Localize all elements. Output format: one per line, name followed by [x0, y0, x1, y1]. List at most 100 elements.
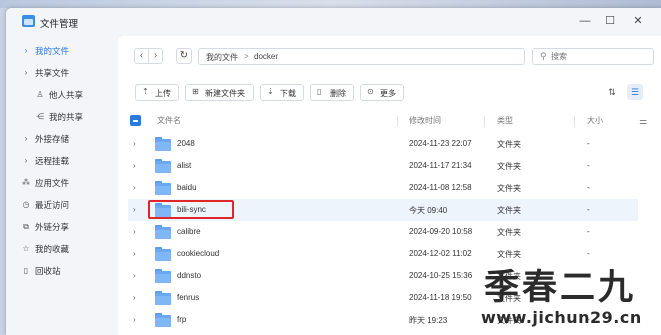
sort-icon: ⇅ — [608, 87, 616, 97]
column-settings-icon[interactable]: ⚌ — [639, 116, 647, 127]
table-header: 文件名 修改时间 类型 大小 — [128, 114, 661, 128]
sidebar-item-my-files[interactable]: › 我的文件 — [6, 41, 116, 61]
breadcrumb-item[interactable]: docker — [254, 52, 278, 61]
upload-button[interactable]: ⇡ 上传 — [135, 84, 179, 101]
folder-icon — [155, 137, 171, 151]
file-modified: 昨天 19:23 — [409, 316, 448, 325]
sidebar-item-external-links[interactable]: ⧉ 外链分享 — [6, 217, 116, 237]
sidebar-item-remote-mount[interactable]: › 远程挂载 — [6, 151, 116, 171]
file-modified: 2024-11-23 22:07 — [409, 139, 472, 148]
trash-icon: ▯ — [23, 266, 29, 275]
delete-button[interactable]: ▯ 删除 — [310, 84, 354, 101]
sidebar-item-shared-by-others[interactable]: ♙ 他人共享 — [6, 85, 116, 105]
file-modified: 2024-09-20 10:58 — [409, 227, 473, 236]
download-icon: ⇣ — [267, 87, 274, 96]
search-icon: ⚲ — [540, 51, 547, 61]
list-view-button[interactable]: ☰ — [627, 84, 643, 100]
expand-chevron-icon[interactable]: › — [133, 315, 136, 324]
sidebar-item-favorites[interactable]: ☆ 我的收藏 — [6, 239, 116, 259]
file-type: 文件夹 — [497, 184, 521, 193]
chevron-right-icon: › — [153, 50, 158, 61]
sidebar-item-recent[interactable]: ◷ 最近访问 — [6, 195, 116, 215]
chevron-right-icon: › — [24, 156, 28, 165]
download-button[interactable]: ⇣ 下载 — [260, 84, 304, 101]
minimize-icon[interactable]: — — [577, 13, 593, 29]
forward-button[interactable]: › — [148, 48, 163, 64]
watermark-title: 季春二九 — [484, 267, 637, 308]
file-name[interactable]: baidu — [177, 183, 197, 192]
apps-icon: ⁂ — [22, 178, 30, 187]
breadcrumb-item[interactable]: 我的文件 — [206, 52, 238, 63]
expand-chevron-icon[interactable]: › — [133, 271, 136, 280]
expand-chevron-icon[interactable]: › — [133, 293, 136, 302]
sidebar-item-my-shares[interactable]: ⋲ 我的共享 — [6, 107, 116, 127]
window-title: 文件管理 — [40, 19, 79, 30]
column-divider[interactable] — [574, 116, 575, 127]
more-button[interactable]: ⊙ 更多 — [360, 84, 404, 101]
more-icon: ⊙ — [367, 87, 374, 96]
expand-chevron-icon[interactable]: › — [133, 249, 136, 258]
file-manager-app-icon — [22, 15, 35, 27]
file-type: 文件夹 — [497, 140, 521, 149]
link-icon: ⧉ — [23, 222, 29, 231]
back-button[interactable]: ‹ — [134, 48, 149, 64]
search-box[interactable]: ⚲ — [532, 48, 654, 65]
file-size: - — [587, 161, 590, 170]
search-input[interactable] — [551, 51, 649, 62]
file-modified: 2024-11-17 21:34 — [409, 161, 472, 170]
file-modified: 2024-11-08 12:58 — [409, 183, 472, 192]
expand-chevron-icon[interactable]: › — [133, 227, 136, 236]
column-divider[interactable] — [484, 116, 485, 127]
close-icon[interactable]: ✕ — [630, 13, 646, 29]
sidebar-item-external-storage[interactable]: › 外接存储 — [6, 129, 116, 149]
chevron-left-icon: ‹ — [139, 50, 144, 61]
folder-icon — [155, 247, 171, 261]
file-name[interactable]: frp — [177, 315, 186, 324]
column-divider[interactable] — [397, 116, 398, 127]
column-type-header[interactable]: 类型 — [497, 114, 513, 128]
file-type: 文件夹 — [497, 228, 521, 237]
folder-icon — [155, 313, 171, 327]
table-row[interactable]: › calibre 2024-09-20 10:58 文件夹 - — [128, 221, 638, 243]
column-size-header[interactable]: 大小 — [587, 114, 603, 128]
expand-chevron-icon[interactable]: › — [133, 139, 136, 148]
watermark: 季春二九 www.jichun29.cn — [474, 257, 661, 335]
sidebar: › 我的文件 › 共享文件 ♙ 他人共享 ⋲ 我的共享 › 外接存储 › 远程挂… — [6, 36, 116, 335]
file-type: 文件夹 — [497, 162, 521, 171]
sidebar-item-recycle-bin[interactable]: ▯ 回收站 — [6, 261, 116, 281]
file-name[interactable]: ddnsto — [177, 271, 201, 280]
file-size: - — [587, 139, 590, 148]
maximize-icon[interactable]: ☐ — [602, 13, 618, 29]
chevron-right-icon: › — [24, 46, 28, 55]
sidebar-item-shared-files[interactable]: › 共享文件 — [6, 63, 116, 83]
expand-chevron-icon[interactable]: › — [133, 183, 136, 192]
folder-icon — [155, 159, 171, 173]
clock-icon: ◷ — [22, 200, 30, 209]
file-name[interactable]: alist — [177, 161, 191, 170]
column-modified-header[interactable]: 修改时间 — [409, 114, 441, 128]
path-bar[interactable]: 我的文件 > docker — [198, 48, 525, 65]
table-row[interactable]: › alist 2024-11-17 21:34 文件夹 - — [128, 155, 638, 177]
highlight-annotation-box — [148, 200, 234, 219]
column-name-header[interactable]: 文件名 — [157, 114, 181, 128]
list-view-icon: ☰ — [630, 87, 640, 97]
file-modified: 2024-11-18 19:50 — [409, 293, 472, 302]
table-row[interactable]: › baidu 2024-11-08 12:58 文件夹 - — [128, 177, 638, 199]
file-name[interactable]: cookiecloud — [177, 249, 219, 258]
file-size: - — [587, 183, 590, 192]
new-folder-button[interactable]: ⊞ 新建文件夹 — [185, 84, 254, 101]
table-row[interactable]: › bili-sync 今天 09:40 文件夹 - — [128, 199, 638, 221]
expand-chevron-icon[interactable]: › — [133, 161, 136, 170]
expand-chevron-icon[interactable]: › — [133, 205, 136, 214]
sort-button[interactable]: ⇅ — [604, 84, 620, 100]
title-bar[interactable]: 文件管理 — ☐ ✕ — [6, 8, 661, 36]
file-name[interactable]: fenrus — [177, 293, 199, 302]
folder-icon — [155, 181, 171, 195]
folder-icon — [155, 269, 171, 283]
table-row[interactable]: › 2048 2024-11-23 22:07 文件夹 - — [128, 133, 638, 155]
file-name[interactable]: calibre — [177, 227, 201, 236]
sidebar-item-app-files[interactable]: ⁂ 应用文件 — [6, 173, 116, 193]
star-icon: ☆ — [22, 244, 30, 253]
file-name[interactable]: 2048 — [177, 139, 195, 148]
refresh-button[interactable]: ↻ — [176, 48, 192, 64]
